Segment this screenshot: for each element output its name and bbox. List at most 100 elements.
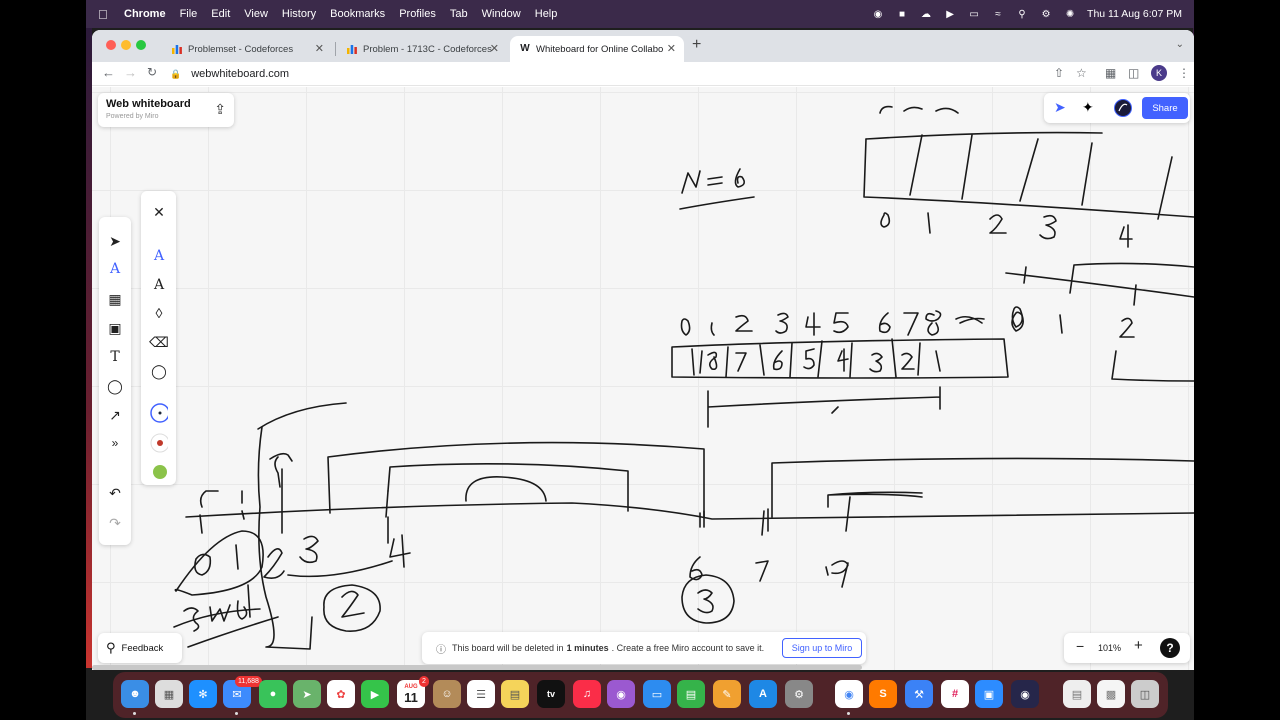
menu-edit[interactable]: Edit	[211, 8, 230, 20]
app-store-icon[interactable]: A	[749, 680, 777, 708]
text-tool-icon[interactable]: T	[107, 349, 123, 365]
chrome-icon[interactable]: ◉	[835, 680, 863, 708]
horizontal-scrollbar[interactable]	[92, 665, 862, 670]
menu-window[interactable]: Window	[482, 8, 521, 20]
sticky-note-icon[interactable]: ▣	[107, 320, 123, 336]
facetime-icon[interactable]: ▶	[361, 680, 389, 708]
connector-arrow-icon[interactable]: ↗	[107, 407, 123, 423]
document-icon[interactable]: ▤	[1063, 680, 1091, 708]
menu-view[interactable]: View	[244, 8, 268, 20]
maps-icon[interactable]: ➤	[293, 680, 321, 708]
keynote-icon[interactable]: ▭	[643, 680, 671, 708]
menu-tab[interactable]: Tab	[450, 8, 468, 20]
export-icon[interactable]: ⇪	[214, 101, 226, 118]
apple-tv-icon[interactable]: tv	[537, 680, 565, 708]
signup-button[interactable]: Sign up to Miro	[782, 638, 862, 658]
clock-datetime[interactable]: Thu 11 Aug 6:07 PM	[1087, 8, 1182, 20]
contacts-icon[interactable]: ☺	[433, 680, 461, 708]
bookmark-star-icon[interactable]: ☆	[1076, 66, 1087, 80]
reminders-icon[interactable]: ☰	[467, 680, 495, 708]
reactions-cursor-icon[interactable]: ➤	[1054, 99, 1066, 116]
shape-pen-icon[interactable]: ◊	[150, 304, 168, 322]
system-preferences-icon[interactable]: ⚙	[785, 680, 813, 708]
menu-history[interactable]: History	[282, 8, 316, 20]
music-icon[interactable]: ♫	[573, 680, 601, 708]
downloads-icon[interactable]: ▩	[1097, 680, 1125, 708]
frame-tool-icon[interactable]: ▦	[107, 291, 123, 307]
launchpad-icon[interactable]: ▦	[155, 680, 183, 708]
pen-color-red[interactable]	[150, 433, 168, 453]
new-tab-icon[interactable]: +	[692, 36, 701, 54]
notes-icon[interactable]: ▤	[501, 680, 529, 708]
feedback-button[interactable]: ⚲ Feedback	[98, 633, 182, 663]
camera-status-icon[interactable]: ■	[895, 8, 909, 20]
more-tools-icon[interactable]: »	[107, 435, 123, 451]
marker-icon[interactable]: A	[150, 276, 168, 294]
shapes-tool-icon[interactable]: ◯	[107, 378, 123, 394]
siri-icon[interactable]: ✺	[1063, 8, 1077, 20]
tab-close-icon[interactable]: ✕	[667, 42, 676, 55]
tab-search-chevron-icon[interactable]: ⌄	[1176, 39, 1184, 50]
menu-file[interactable]: File	[180, 8, 198, 20]
zoom-in-icon[interactable]: +	[1134, 637, 1143, 654]
trash-icon[interactable]: ◫	[1131, 680, 1159, 708]
pen-color-selected[interactable]	[150, 403, 168, 423]
tab-close-icon[interactable]: ✕	[490, 42, 499, 55]
numbers-icon[interactable]: ▤	[677, 680, 705, 708]
spotlight-search-icon[interactable]: ⚲	[1015, 8, 1029, 20]
apple-icon[interactable]: 	[98, 7, 112, 22]
zoom-level[interactable]: 101%	[1098, 643, 1121, 653]
extensions-puzzle-icon[interactable]: ▦	[1105, 66, 1116, 80]
share-page-icon[interactable]: ⇧	[1054, 66, 1064, 80]
pen-tool-icon[interactable]: A	[107, 261, 123, 277]
menu-profiles[interactable]: Profiles	[399, 8, 436, 20]
pen-icon[interactable]: A	[150, 247, 168, 265]
finder-icon[interactable]: ☻	[121, 680, 149, 708]
window-zoom-button[interactable]	[136, 40, 146, 50]
user-avatar[interactable]	[1114, 99, 1132, 120]
window-minimize-button[interactable]	[121, 40, 131, 50]
whiteboard-canvas[interactable]: Web whiteboard Powered by Miro ⇪ ➤ A ▦ ▣…	[92, 87, 1194, 670]
board-title[interactable]: Web whiteboard	[106, 98, 191, 110]
sublime-text-icon[interactable]: S	[869, 680, 897, 708]
menu-bookmarks[interactable]: Bookmarks	[330, 8, 385, 20]
celebrate-icon[interactable]: ✦	[1082, 99, 1094, 116]
lasso-icon[interactable]: ◯	[150, 362, 168, 380]
battery-icon[interactable]: ▭	[967, 8, 981, 20]
tab-problem-1713c[interactable]: Problem - 1713C - Codeforces ✕	[337, 36, 507, 62]
menu-app-name[interactable]: Chrome	[124, 8, 166, 20]
safari-icon[interactable]: ✻	[189, 680, 217, 708]
xcode-icon[interactable]: ⚒	[905, 680, 933, 708]
side-panel-icon[interactable]: ◫	[1128, 66, 1139, 80]
reload-icon[interactable]: ↻	[147, 65, 157, 79]
control-center-icon[interactable]: ⚙	[1039, 8, 1053, 20]
eraser-icon[interactable]: ⌫	[149, 333, 169, 351]
tab-whiteboard[interactable]: W Whiteboard for Online Collabo ✕	[510, 36, 684, 62]
status-app-icon[interactable]: ◉	[871, 8, 885, 20]
wifi-icon[interactable]: ≈	[991, 8, 1005, 20]
cloud-status-icon[interactable]: ☁	[919, 8, 933, 20]
redo-icon[interactable]: ↷	[107, 515, 123, 531]
messages-icon[interactable]: ●	[259, 680, 287, 708]
photos-icon[interactable]: ✿	[327, 680, 355, 708]
slack-icon[interactable]: #	[941, 680, 969, 708]
tab-close-icon[interactable]: ✕	[315, 42, 324, 55]
play-status-icon[interactable]: ▶	[943, 8, 957, 20]
window-close-button[interactable]	[106, 40, 116, 50]
share-button[interactable]: Share	[1142, 97, 1188, 119]
address-bar[interactable]: 🔒 webwhiteboard.com	[170, 64, 1090, 84]
zoom-icon[interactable]: ▣	[975, 680, 1003, 708]
menu-help[interactable]: Help	[535, 8, 558, 20]
podcasts-icon[interactable]: ◉	[607, 680, 635, 708]
help-button[interactable]: ?	[1160, 638, 1180, 658]
forward-arrow-icon[interactable]: →	[124, 65, 137, 80]
browser-menu-icon[interactable]: ⋮	[1178, 66, 1190, 80]
undo-icon[interactable]: ↶	[107, 485, 123, 501]
obs-icon[interactable]: ◉	[1011, 680, 1039, 708]
tab-problemset[interactable]: Problemset - Codeforces ✕	[162, 36, 332, 62]
pages-icon[interactable]: ✎	[713, 680, 741, 708]
back-arrow-icon[interactable]: ←	[102, 65, 115, 80]
select-cursor-icon[interactable]: ➤	[107, 233, 123, 249]
profile-avatar[interactable]: K	[1151, 65, 1167, 81]
pen-color-green[interactable]	[150, 463, 168, 481]
